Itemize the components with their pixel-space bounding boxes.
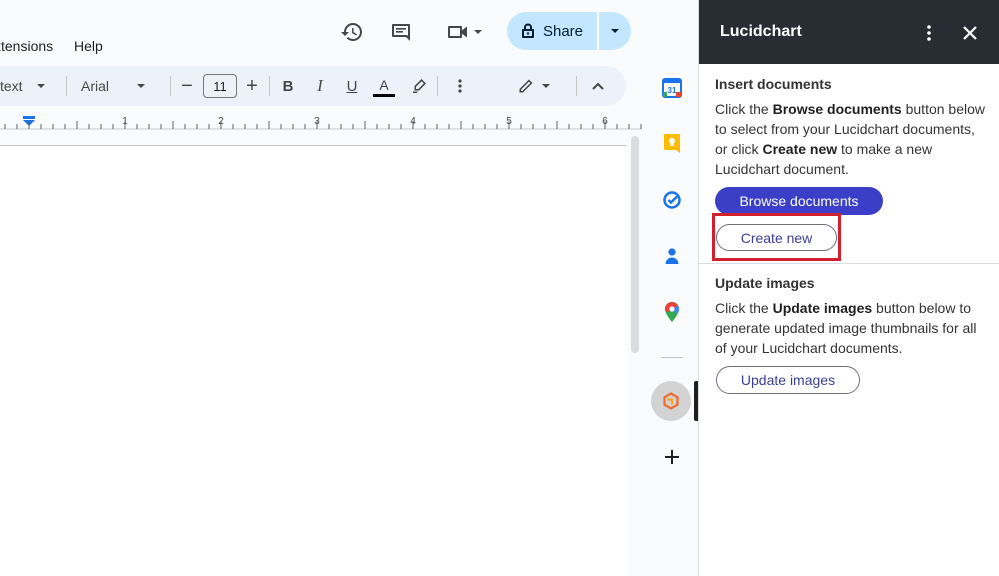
italic-button[interactable]: I [312, 66, 328, 106]
update-images-description: Click the Update images button below to … [715, 298, 987, 358]
ruler-label: 1 [122, 116, 128, 127]
ruler-label: 6 [602, 116, 608, 127]
document-page[interactable] [0, 145, 627, 576]
ruler-label: 4 [410, 116, 416, 127]
svg-text:31: 31 [668, 86, 677, 95]
update-images-title: Update images [715, 275, 815, 291]
create-new-button[interactable]: Create new [716, 224, 837, 251]
toolbar-divider [437, 76, 438, 96]
app-window: xtensions Help Share B text [0, 0, 999, 576]
more-options-button[interactable] [452, 66, 468, 106]
meet-button[interactable] [440, 18, 490, 46]
insert-text-bold-1: Browse documents [772, 101, 902, 117]
lucidchart-icon [663, 392, 679, 410]
panel-header: Lucidchart [699, 0, 999, 64]
ruler-label: 3 [314, 116, 320, 127]
history-icon [341, 23, 362, 41]
caret-down-icon [137, 84, 146, 88]
panel-section-divider [699, 263, 999, 264]
lucidchart-addon-button[interactable] [651, 381, 691, 421]
bold-button[interactable]: B [280, 66, 296, 106]
font-select[interactable]: Arial [81, 66, 161, 106]
panel-title: Lucidchart [720, 23, 802, 40]
share-label: Share [542, 22, 584, 40]
share-dropdown-button[interactable] [599, 12, 631, 50]
tasks-icon [663, 191, 681, 209]
panel-menu-button[interactable] [921, 22, 937, 44]
maps-icon [665, 302, 679, 322]
menu-help[interactable]: Help [74, 38, 103, 54]
highlighter-icon [413, 79, 426, 93]
insert-text-bold-2: Create new [762, 141, 838, 157]
comment-icon [392, 24, 410, 41]
horizontal-ruler[interactable]: 1 2 3 4 5 6 [0, 110, 642, 132]
side-strip-divider [661, 357, 683, 358]
ruler-ticks: 1 2 3 4 5 6 [0, 116, 642, 130]
share-control: Share [507, 12, 631, 50]
hide-menus-button[interactable] [588, 66, 608, 106]
toolbar-divider [269, 76, 270, 96]
video-camera-icon [448, 26, 467, 38]
share-button[interactable]: Share [507, 12, 597, 50]
font-value: Arial [81, 78, 110, 94]
calendar-icon: 31 [662, 78, 682, 98]
comments-button[interactable] [387, 18, 415, 46]
chevron-up-icon [592, 82, 604, 90]
pencil-icon [519, 79, 533, 93]
contacts-icon [665, 248, 679, 264]
keep-button[interactable] [658, 130, 686, 158]
ruler-label: 5 [506, 116, 512, 127]
formatting-toolbar: text Arial − 11 + B I U A [0, 66, 626, 106]
text-color-letter: A [379, 76, 389, 93]
side-panel-strip: 31 [645, 0, 698, 576]
update-text-bold-1: Update images [772, 300, 873, 316]
caret-down-icon [36, 84, 45, 88]
keep-icon [664, 134, 680, 153]
editing-mode-button[interactable] [515, 66, 555, 106]
contacts-button[interactable] [658, 242, 686, 270]
insert-documents-description: Click the Browse documents button below … [715, 99, 987, 179]
calendar-button[interactable]: 31 [658, 74, 686, 102]
update-images-button[interactable]: Update images [716, 366, 860, 394]
toolbar-divider [576, 76, 577, 96]
docs-editor: xtensions Help Share B text [0, 0, 679, 576]
text-color-swatch [373, 93, 395, 97]
panel-close-button[interactable] [959, 22, 981, 44]
get-addons-button[interactable] [658, 443, 686, 471]
lock-icon [521, 23, 534, 38]
ruler-label: 2 [218, 116, 224, 127]
highlight-color-button[interactable] [408, 66, 430, 106]
lucidchart-panel: Lucidchart Insert documents Click the Br… [698, 0, 999, 576]
paragraph-style-value: text [0, 78, 23, 94]
plus-icon [665, 450, 679, 464]
paragraph-style-select[interactable]: text [0, 66, 50, 106]
caret-down-icon [542, 84, 550, 88]
close-icon [963, 26, 977, 40]
browse-documents-button[interactable]: Browse documents [715, 187, 883, 215]
insert-documents-title: Insert documents [715, 76, 832, 92]
text-color-button[interactable]: A [373, 66, 395, 106]
menu-extensions[interactable]: xtensions [0, 38, 53, 54]
more-vert-icon [458, 79, 462, 93]
update-text-1: Click the [715, 300, 773, 316]
increase-font-size-button[interactable]: + [243, 66, 261, 106]
font-size-input[interactable]: 11 [203, 74, 237, 98]
insert-text-1: Click the [715, 101, 773, 117]
more-vert-icon [927, 25, 931, 41]
caret-down-icon [474, 30, 482, 34]
maps-button[interactable] [658, 298, 686, 326]
toolbar-divider [170, 76, 171, 96]
toolbar-divider [66, 76, 67, 96]
version-history-button[interactable] [338, 18, 366, 46]
caret-down-icon [611, 29, 619, 33]
document-scrollbar[interactable] [631, 136, 639, 353]
decrease-font-size-button[interactable]: − [178, 66, 196, 106]
tasks-button[interactable] [658, 186, 686, 214]
underline-button[interactable]: U [344, 66, 360, 106]
